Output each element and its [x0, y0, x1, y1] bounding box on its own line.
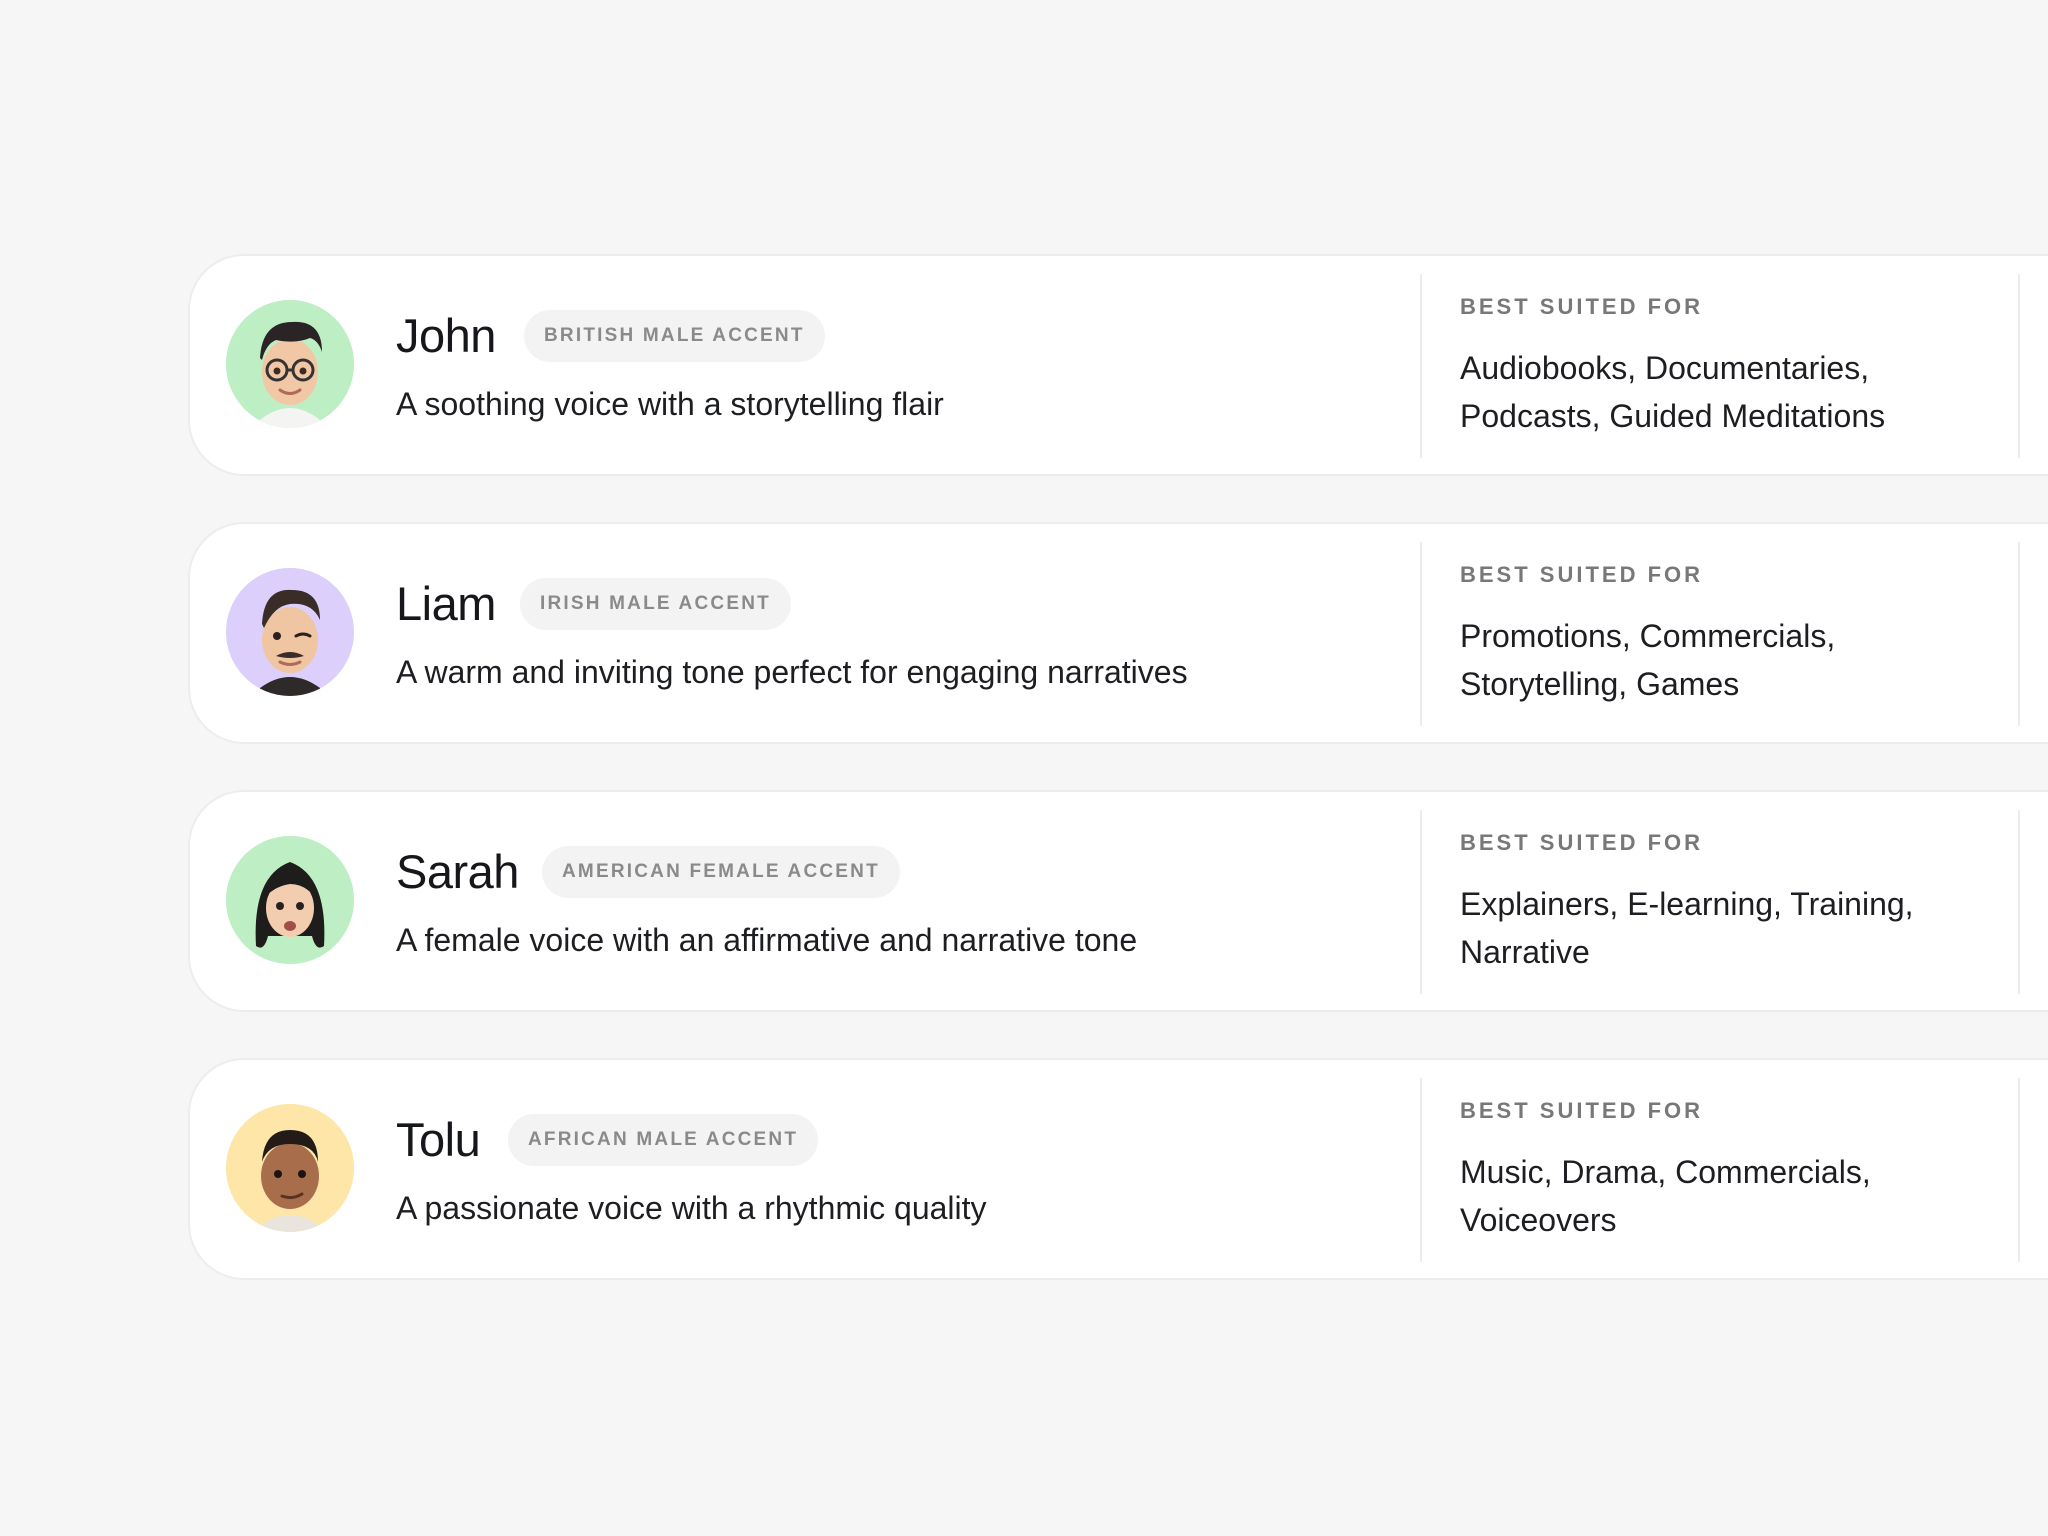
voice-description: A female voice with an affirmative and n… [396, 922, 1138, 958]
voice-name: Sarah [396, 845, 519, 898]
voice-description: A passionate voice with a rhythmic quali… [396, 1190, 987, 1226]
voice-name: Liam [396, 577, 496, 630]
accent-badge: AMERICAN FEMALE ACCENT [542, 846, 900, 898]
best-suited-value: Explainers, E-learning, Training, Narrat… [1460, 886, 1914, 970]
best-suited-label: BEST SUITED FOR [1460, 294, 1704, 319]
column-divider [2018, 274, 2020, 458]
accent-badge: BRITISH MALE ACCENT [524, 310, 825, 362]
voice-name: John [396, 309, 496, 362]
best-suited-value: Music, Drama, Commercials, Voiceovers [1460, 1154, 1871, 1238]
accent-badge: AFRICAN MALE ACCENT [508, 1114, 819, 1166]
voice-name: Tolu [396, 1113, 481, 1166]
best-suited-value: Promotions, Commercials, Storytelling, G… [1460, 618, 1836, 702]
man-with-glasses-avatar-icon [226, 300, 354, 428]
best-suited-value: Audiobooks, Documentaries, Podcasts, Gui… [1460, 350, 1886, 434]
accent-badge: IRISH MALE ACCENT [520, 578, 791, 630]
column-divider [1420, 542, 1422, 726]
winking-man-with-mustache-avatar-icon [226, 568, 354, 696]
woman-with-dark-hair-avatar-icon [226, 836, 354, 964]
column-divider [2018, 1078, 2020, 1262]
voice-card-tolu[interactable]: Tolu AFRICAN MALE ACCENT A passionate vo… [188, 1058, 2048, 1280]
voice-card-liam[interactable]: Liam IRISH MALE ACCENT A warm and inviti… [188, 522, 2048, 744]
voice-card-sarah[interactable]: Sarah AMERICAN FEMALE ACCENT A female vo… [188, 790, 2048, 1012]
column-divider [2018, 810, 2020, 994]
best-suited-label: BEST SUITED FOR [1460, 1098, 1704, 1123]
voice-list: John BRITISH MALE ACCENT A soothing voic… [188, 254, 2048, 1326]
column-divider [1420, 810, 1422, 994]
column-divider [2018, 542, 2020, 726]
column-divider [1420, 274, 1422, 458]
voice-description: A warm and inviting tone perfect for eng… [396, 654, 1188, 690]
man-smirking-avatar-icon [226, 1104, 354, 1232]
best-suited-label: BEST SUITED FOR [1460, 830, 1704, 855]
voice-card-john[interactable]: John BRITISH MALE ACCENT A soothing voic… [188, 254, 2048, 476]
voice-description: A soothing voice with a storytelling fla… [396, 386, 944, 422]
column-divider [1420, 1078, 1422, 1262]
best-suited-label: BEST SUITED FOR [1460, 562, 1704, 587]
